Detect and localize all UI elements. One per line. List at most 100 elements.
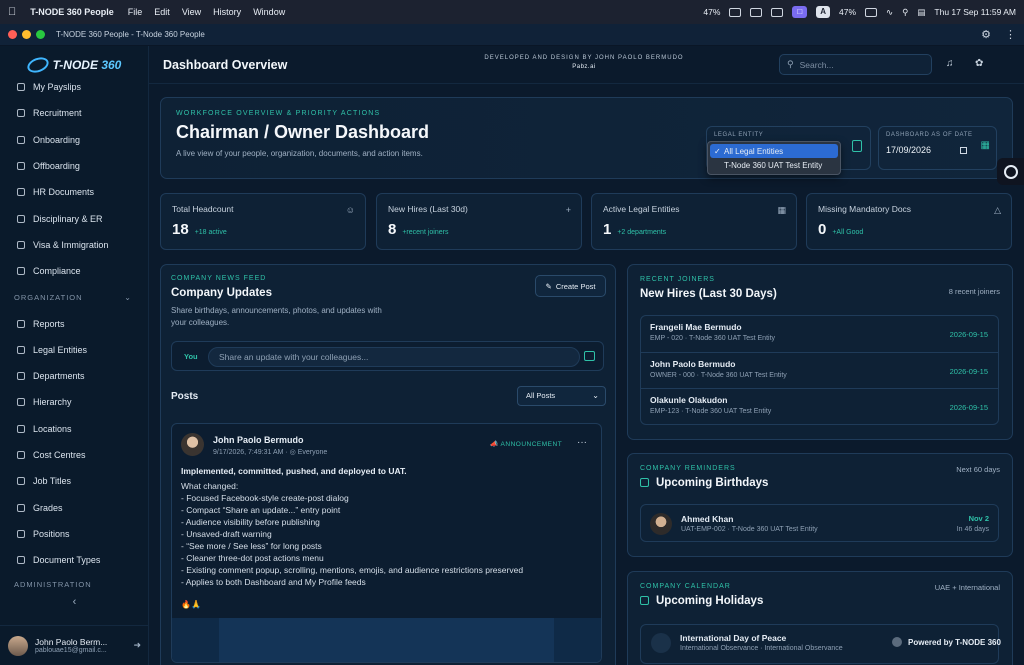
post-image[interactable] — [172, 618, 601, 662]
chevron-down-icon: ⌄ — [592, 391, 599, 400]
sidebar-item-disciplinary[interactable]: Disciplinary & ER — [0, 205, 148, 231]
legal-entity-dropdown: ✓ All Legal Entities T-Node 360 UAT Test … — [707, 141, 841, 175]
battery-percent-2: 47% — [839, 7, 857, 17]
sidebar-item-hr-documents[interactable]: HR Documents — [0, 179, 148, 205]
wifi-icon[interactable]: ∿ — [886, 7, 893, 18]
avatar[interactable] — [181, 433, 204, 456]
avatar — [8, 635, 28, 656]
collapse-sidebar-button[interactable]: ‹ — [0, 596, 149, 608]
sidebar-item-positions[interactable]: Positions — [0, 521, 148, 547]
panel-description: Share birthdays, announcements, photos, … — [171, 306, 382, 327]
sidebar-item-grades[interactable]: Grades — [0, 494, 148, 520]
window-titlebar: T-NODE 360 People - T-Node 360 People ⚙ … — [0, 24, 1024, 46]
battery-icon[interactable] — [729, 7, 742, 17]
document-icon — [17, 188, 25, 197]
stat-card-missing-docs[interactable]: Missing Mandatory Docs △ 0 +All Good — [806, 193, 1012, 250]
menu-history[interactable]: History — [213, 7, 241, 17]
sidebar-item-cost-centres[interactable]: Cost Centres — [0, 442, 148, 468]
sidebar-section-administration[interactable]: ADMINISTRATION — [0, 573, 148, 589]
sidebar-item-recruitment[interactable]: Recruitment — [0, 100, 148, 126]
screen-share-icon[interactable]: □ — [792, 6, 808, 18]
new-hires-panel: RECENT JOINERS New Hires (Last 30 Days) … — [627, 264, 1013, 440]
powered-by-badge: Powered by T-NODE 360 — [892, 637, 1001, 647]
graduation-cap-icon — [17, 503, 25, 512]
close-window-button[interactable] — [8, 30, 17, 39]
logo-text-suffix: 360 — [97, 58, 122, 72]
sidebar-item-locations[interactable]: Locations — [0, 416, 148, 442]
menu-app-name[interactable]: T-NODE 360 People — [30, 7, 114, 17]
search-input[interactable]: ⚲ Search... — [779, 54, 932, 75]
sidebar-item-label: Compliance — [33, 266, 81, 277]
joiners-count: 8 recent joiners — [948, 287, 1000, 296]
extensions-icon[interactable]: ⚙ — [981, 28, 991, 41]
menu-view[interactable]: View — [182, 7, 201, 17]
user-email: pablouae15@gmail.c... — [35, 647, 107, 654]
calendar-picker-icon[interactable] — [960, 146, 967, 154]
reminders-range: Next 60 days — [956, 465, 1000, 474]
list-item[interactable]: Olakunle Olakudon EMP-123 · T-Node 360 UA… — [641, 389, 998, 426]
logout-icon[interactable]: ➜ — [133, 640, 141, 651]
status-icon-2[interactable] — [771, 7, 784, 17]
assistant-launcher[interactable] — [997, 158, 1024, 185]
date-value[interactable]: 17/09/2026 — [886, 145, 931, 155]
minimize-window-button[interactable] — [22, 30, 31, 39]
search-icon[interactable]: ⚲ — [902, 7, 908, 18]
stat-card-legal-entities[interactable]: Active Legal Entities ▦ 1 +2 departments — [591, 193, 797, 250]
stat-value: 8 — [388, 221, 397, 238]
input-source-badge[interactable]: A — [816, 6, 830, 18]
sidebar-item-offboarding[interactable]: Offboarding — [0, 153, 148, 179]
sidebar-item-label: Positions — [33, 528, 70, 539]
sidebar-item-label: Departments — [33, 371, 85, 382]
palette-icon[interactable]: ✿ — [975, 58, 983, 69]
sidebar-item-label: Recruitment — [33, 108, 82, 119]
battery-icon-2[interactable] — [865, 7, 878, 17]
zoom-window-button[interactable] — [36, 30, 45, 39]
menu-window[interactable]: Window — [253, 7, 285, 17]
post-author[interactable]: John Paolo Bermudo — [213, 435, 304, 445]
stat-sub: +All Good — [832, 229, 864, 236]
birthday-countdown: In 46 days — [956, 526, 989, 533]
more-icon[interactable]: ⋮ — [1005, 28, 1016, 41]
sidebar-item-reports[interactable]: Reports — [0, 310, 148, 336]
sidebar-item-compliance[interactable]: Compliance — [0, 258, 148, 284]
user-profile[interactable]: John Paolo Berm... pablouae15@gmail.c...… — [0, 625, 149, 665]
top-header: Dashboard Overview DEVELOPED AND DESIGN … — [149, 46, 1024, 84]
stat-card-headcount[interactable]: Total Headcount ☺ 18 +18 active — [160, 193, 366, 250]
sidebar-item-visa[interactable]: Visa & Immigration — [0, 232, 148, 258]
menu-file[interactable]: File — [128, 7, 143, 17]
dropdown-option-all[interactable]: ✓ All Legal Entities — [710, 144, 838, 158]
sidebar-item-job-titles[interactable]: Job Titles — [0, 468, 148, 494]
sidebar-item-document-types[interactable]: Document Types — [0, 547, 148, 573]
sidebar-item-label: Grades — [33, 502, 63, 513]
sidebar-item-legal-entities[interactable]: Legal Entities — [0, 337, 148, 363]
sidebar-item-departments[interactable]: Departments — [0, 363, 148, 389]
as-of-date-field[interactable]: DASHBOARD AS OF DATE 17/09/2026 ▦ — [878, 126, 997, 170]
share-update-input[interactable]: Share an update with your colleagues... — [208, 347, 580, 367]
birthday-date: Nov 2 — [968, 514, 989, 523]
clock[interactable]: Thu 17 Sep 11:59 AM — [934, 7, 1016, 17]
dropdown-option-entity[interactable]: T-Node 360 UAT Test Entity — [710, 158, 838, 172]
stat-card-new-hires[interactable]: New Hires (Last 30d) + 8 +recent joiners — [376, 193, 582, 250]
list-item[interactable]: John Paolo Bermudo OWNER - 000 · T-Node 3… — [641, 353, 998, 390]
bell-icon[interactable]: ♫ — [946, 58, 954, 69]
birthday-meta: UAT-EMP-002 · T-Node 360 UAT Test Entity — [681, 526, 818, 533]
more-options-icon[interactable]: ··· — [577, 437, 587, 448]
control-center-icon[interactable]: ▤ — [917, 7, 925, 18]
page-title: Dashboard Overview — [163, 57, 288, 72]
status-icon[interactable] — [750, 7, 763, 17]
apple-icon[interactable]:  — [8, 6, 16, 18]
sidebar-section-organization[interactable]: ORGANIZATION ⌄ — [0, 284, 148, 310]
create-post-button[interactable]: ✎ Create Post — [535, 275, 606, 297]
sidebar-item-my-payslips[interactable]: My Payslips — [0, 74, 148, 100]
sidebar-item-onboarding[interactable]: Onboarding — [0, 127, 148, 153]
sidebar-item-hierarchy[interactable]: Hierarchy — [0, 389, 148, 415]
checkmark-icon: ✓ — [714, 146, 721, 156]
user-plus-icon: + — [565, 205, 571, 215]
sidebar-item-label: Hierarchy — [33, 397, 72, 408]
list-item[interactable]: Ahmed Khan UAT-EMP-002 · T-Node 360 UAT … — [640, 504, 999, 542]
posts-filter-select[interactable]: All Posts ⌄ — [517, 386, 606, 406]
list-item[interactable]: Frangeli Mae Bermudo EMP - 020 · T-Node 3… — [641, 316, 998, 353]
image-upload-icon[interactable] — [584, 351, 595, 361]
menu-edit[interactable]: Edit — [154, 7, 170, 17]
calendar-icon — [640, 596, 649, 605]
